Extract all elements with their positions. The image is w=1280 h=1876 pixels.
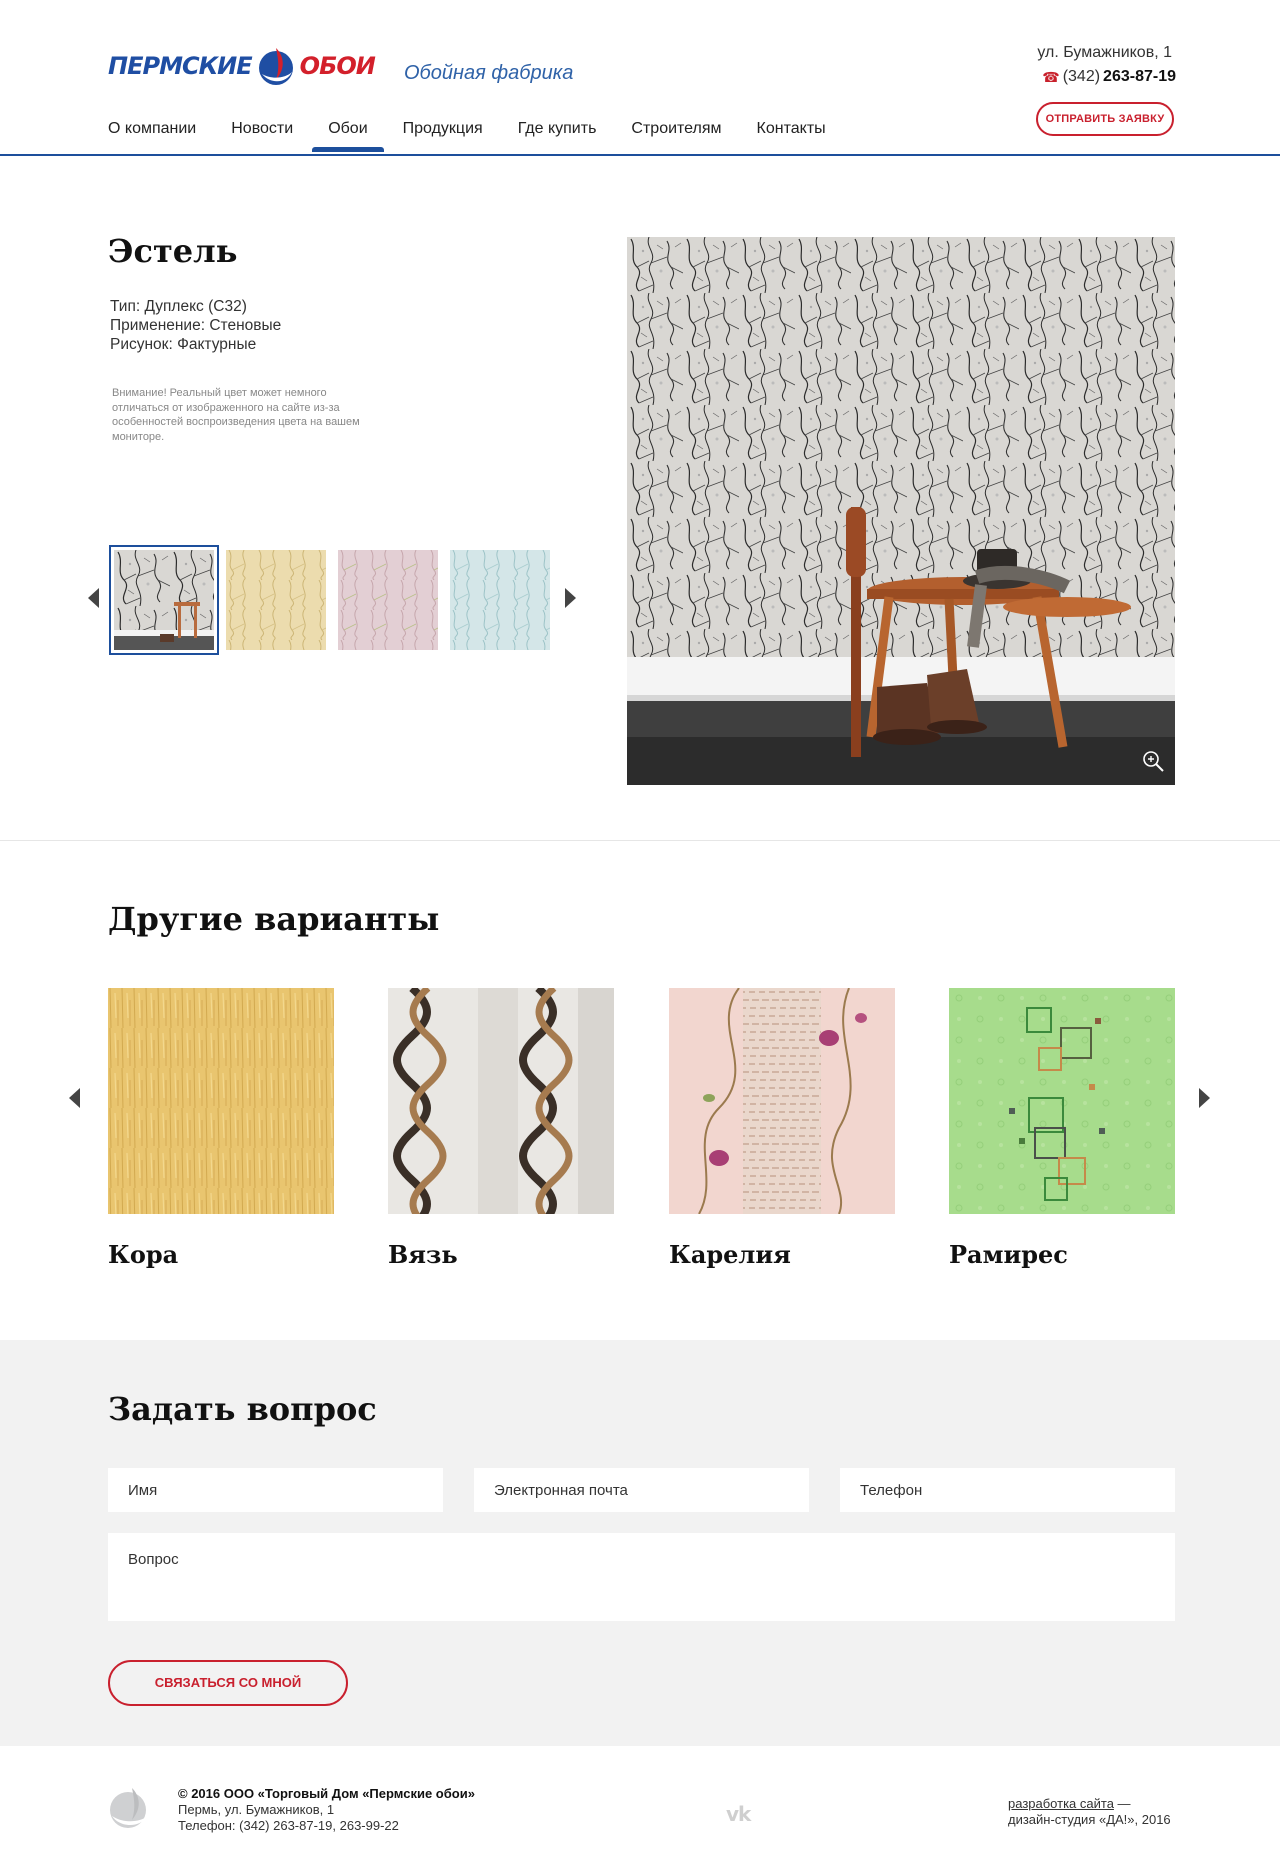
thumbnail-yellow[interactable] — [226, 550, 326, 650]
variant-card-kora[interactable]: Кора — [108, 988, 334, 1269]
product-title: Эстель — [108, 232, 238, 270]
product-specs: Тип: Дуплекс (С32) Применение: Стеновые … — [110, 297, 281, 354]
contact-me-button[interactable]: СВЯЗАТЬСЯ СО МНОЙ — [108, 1660, 348, 1706]
phone-icon: ☎ — [1042, 68, 1060, 85]
spec-pattern: Рисунок: Фактурные — [110, 336, 257, 353]
variant-name[interactable]: Вязь — [388, 1240, 614, 1269]
thumbnail-gray-interior[interactable] — [109, 545, 219, 655]
variant-image[interactable] — [388, 988, 614, 1214]
variants-title: Другие варианты — [108, 900, 440, 938]
developer-credit: разработка сайта — дизайн-студия «ДА!», … — [1008, 1796, 1171, 1828]
logo-emblem-icon — [258, 48, 293, 85]
question-field[interactable] — [108, 1533, 1175, 1621]
kareliya-texture — [669, 988, 895, 1214]
phone-number: 263-87-19 — [1103, 68, 1176, 85]
color-warning: Внимание! Реальный цвет может немного от… — [112, 387, 360, 443]
nav-item-about[interactable]: О компании — [108, 118, 196, 152]
send-request-button[interactable]: ОТПРАВИТЬ ЗАЯВКУ — [1036, 102, 1174, 136]
header-phone[interactable]: ☎ (342) 263-87-19 — [1042, 68, 1176, 86]
thumbnail-image — [226, 550, 326, 650]
footer-logo-icon — [110, 1788, 148, 1828]
header-address: ул. Бумажников, 1 — [1037, 44, 1172, 61]
variant-card-vyaz[interactable]: Вязь — [388, 988, 614, 1269]
thumb-next-arrow-icon[interactable] — [565, 588, 576, 608]
footer-info: © 2016 ООО «Торговый Дом «Пермские обои»… — [178, 1786, 475, 1834]
tagline: Обойная фабрика — [404, 62, 574, 84]
nav-item-where-to-buy[interactable]: Где купить — [518, 118, 597, 152]
thumbnail-image — [450, 550, 550, 650]
variant-name[interactable]: Рамирес — [949, 1240, 1175, 1269]
footer-copyright: © 2016 ООО «Торговый Дом «Пермские обои» — [178, 1786, 475, 1801]
question-title: Задать вопрос — [108, 1390, 377, 1428]
nav-item-builders[interactable]: Строителям — [631, 118, 721, 152]
developer-dash: — — [1113, 1796, 1131, 1811]
logo-text-permskie: ПЕРМСКИЕ — [108, 52, 253, 80]
nav-item-products[interactable]: Продукция — [403, 118, 483, 152]
thumbnail-light-blue[interactable] — [450, 550, 550, 650]
site-logo[interactable]: ПЕРМСКИЕ ОБОИ — [108, 44, 376, 88]
variant-card-kareliya[interactable]: Карелия — [669, 988, 895, 1269]
developer-studio: дизайн-студия «ДА!», 2016 — [1008, 1812, 1171, 1827]
thumb-prev-arrow-icon[interactable] — [88, 588, 99, 608]
footer-address: Пермь, ул. Бумажников, 1 — [178, 1802, 335, 1817]
variant-name[interactable]: Кора — [108, 1240, 334, 1269]
footer-phones: Телефон: (342) 263-87-19, 263-99-22 — [178, 1818, 399, 1833]
variant-image[interactable] — [669, 988, 895, 1214]
vyaz-texture — [388, 988, 614, 1214]
variants-next-arrow-icon[interactable] — [1199, 1088, 1210, 1108]
thumbnail-pink[interactable] — [338, 550, 438, 650]
developer-link[interactable]: разработка сайта — [1008, 1796, 1114, 1811]
variant-name[interactable]: Карелия — [669, 1240, 895, 1269]
variant-image[interactable] — [108, 988, 334, 1214]
logo-text-oboi: ОБОИ — [299, 52, 376, 80]
variant-image[interactable] — [949, 988, 1175, 1214]
thumbnail-image — [338, 550, 438, 650]
interior-photo — [627, 237, 1175, 785]
variants-prev-arrow-icon[interactable] — [69, 1088, 80, 1108]
site-header: ПЕРМСКИЕ ОБОИ Обойная фабрика ул. Бумажн… — [0, 0, 1280, 156]
zoom-icon[interactable] — [1141, 749, 1165, 773]
section-divider — [0, 840, 1280, 841]
email-field[interactable] — [474, 1468, 809, 1512]
phone-code: (342) — [1062, 68, 1101, 85]
kora-texture — [108, 988, 334, 1214]
main-nav: О компании Новости Обои Продукция Где ку… — [108, 118, 861, 152]
main-product-photo[interactable] — [627, 237, 1175, 785]
spec-type: Тип: Дуплекс (С32) — [110, 298, 247, 315]
phone-field[interactable] — [840, 1468, 1175, 1512]
ramires-texture — [949, 988, 1175, 1214]
thumbnail-image — [114, 550, 214, 650]
thumbnail-carousel — [84, 544, 586, 655]
nav-item-contacts[interactable]: Контакты — [757, 118, 826, 152]
name-field[interactable] — [108, 1468, 443, 1512]
spec-usage: Применение: Стеновые — [110, 317, 282, 334]
vk-icon[interactable]: vk — [726, 1802, 751, 1826]
nav-item-wallpaper[interactable]: Обои — [312, 118, 385, 152]
variant-card-ramires[interactable]: Рамирес — [949, 988, 1175, 1269]
nav-item-news[interactable]: Новости — [231, 118, 293, 152]
